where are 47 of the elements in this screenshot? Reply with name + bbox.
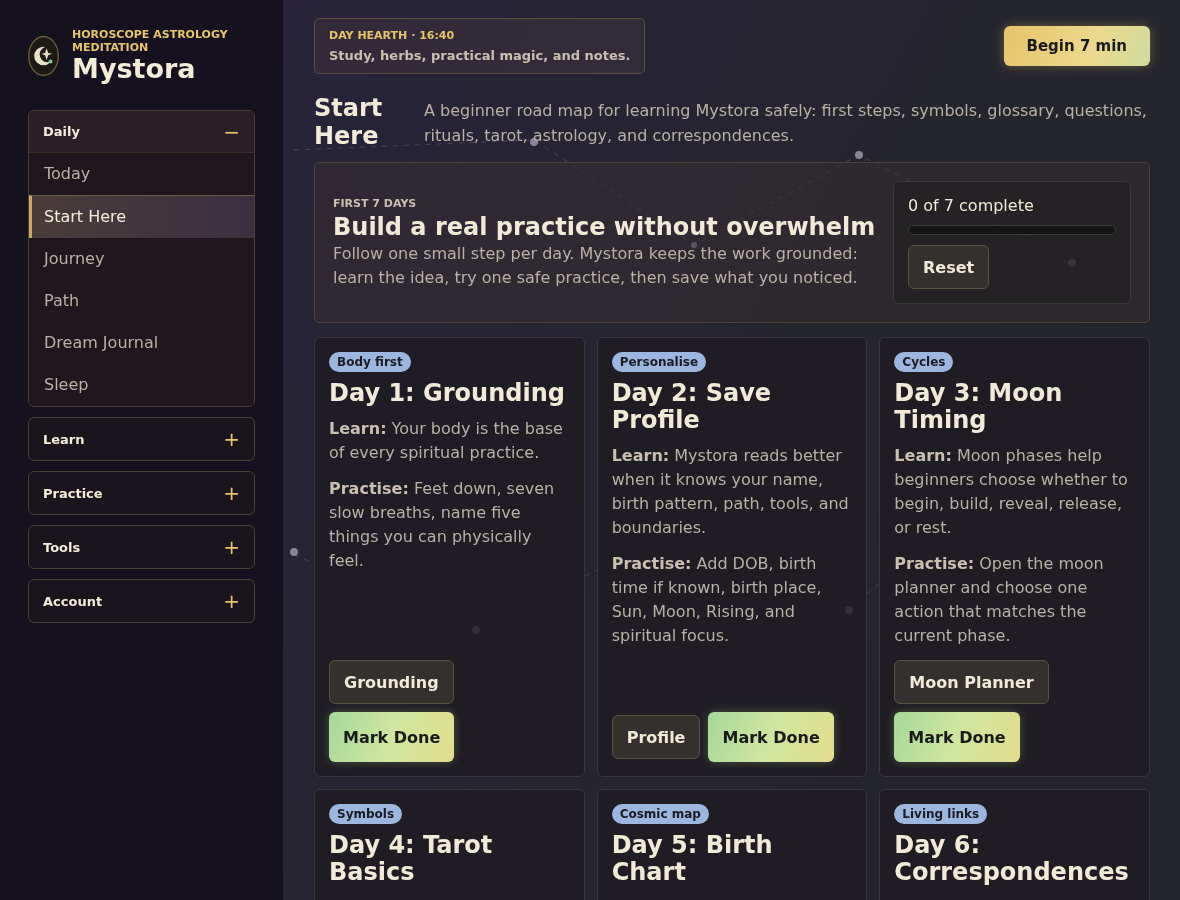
intro-eyebrow: FIRST 7 DAYS: [333, 197, 418, 210]
day-tag: Body first: [329, 352, 411, 372]
day-tag: Symbols: [329, 804, 403, 824]
learn-text: Learn: Moon phases help beginners choose whether to begin, build, reveal, release, or rest.: [894, 445, 1129, 539]
day-title: Day 6: Correspondences: [894, 832, 1130, 886]
day-title: Day 2: Save Profile: [611, 380, 773, 434]
nav-item[interactable]: Journey: [29, 238, 254, 280]
day-tag: Personalise: [611, 352, 707, 372]
mark-done-button[interactable]: Mark Done: [708, 712, 834, 762]
nav-group-header[interactable]: Daily −: [29, 111, 254, 153]
intro-title: Build a real practice without overwhelm: [333, 212, 877, 242]
nav-item[interactable]: Path: [29, 280, 254, 322]
day-title: Day 3: Moon Timing: [894, 380, 1064, 434]
nav-group-header[interactable]: Practice +: [29, 472, 254, 514]
practise-text: Practise: Feet down, seven slow breaths, name five things you can physically feel.: [329, 478, 556, 572]
nav-item[interactable]: Dream Journal: [29, 322, 254, 364]
tool-button[interactable]: Profile: [611, 715, 701, 759]
practise-text: Practise: Add DOB, birth time if known, birth place, Sun, Moon, Rising, and spiritual focus.: [611, 553, 823, 647]
nav-group-header[interactable]: Learn +: [29, 418, 254, 460]
tool-button[interactable]: Moon Planner: [894, 660, 1049, 704]
day-title: Day 4: Tarot Basics: [329, 832, 494, 886]
learn-text: Learn: Your body is the base of every spiritual practice.: [329, 418, 564, 464]
hearth-text: Study, herbs, practical magic, and notes.: [329, 48, 631, 63]
hearth-label: DAY HEARTH · 16:40: [329, 29, 456, 42]
nav-item[interactable]: Start Here: [29, 195, 254, 238]
day-title: Day 1: Grounding: [329, 380, 565, 407]
begin-button[interactable]: Begin 7 min: [1003, 26, 1150, 66]
mark-done-button[interactable]: Mark Done: [894, 712, 1020, 762]
brand-tagline: HOROSCOPE ASTROLOGY MEDITATION: [72, 28, 229, 54]
page-title: Start Here: [314, 94, 384, 150]
practise-text: Practise: Open the moon planner and choose one action that matches the current phase.: [894, 553, 1105, 647]
reset-button[interactable]: Reset: [908, 245, 990, 289]
day-tag: Cosmic map: [611, 804, 709, 824]
day-title: Day 5: Birth Chart: [611, 832, 774, 886]
day-tag: Living links: [894, 804, 988, 824]
nav-item[interactable]: Sleep: [29, 364, 254, 406]
learn-text: Learn: Mystora reads better when it knows your name, birth pattern, path, tools, and boundaries.: [611, 445, 850, 539]
day-tag: Cycles: [894, 352, 954, 372]
nav-group-header[interactable]: Account +: [29, 580, 254, 622]
nav-group-header[interactable]: Tools +: [29, 526, 254, 568]
mark-done-button[interactable]: Mark Done: [329, 712, 455, 762]
progress-label: 0 of 7 complete: [908, 196, 1035, 215]
nav-item[interactable]: Today: [29, 153, 254, 195]
tool-button[interactable]: Grounding: [329, 660, 454, 704]
brand-name: Mystora: [72, 54, 197, 84]
intro-text: Follow one small step per day. Mystora keeps the work grounded: learn the idea, try one safe practice, then save what you noticed.: [333, 243, 859, 289]
page-description: A beginner road map for learning Mystora safely: first steps, symbols, glossary, questions, rituals, tarot, astrology, and correspondences.: [424, 100, 1148, 147]
